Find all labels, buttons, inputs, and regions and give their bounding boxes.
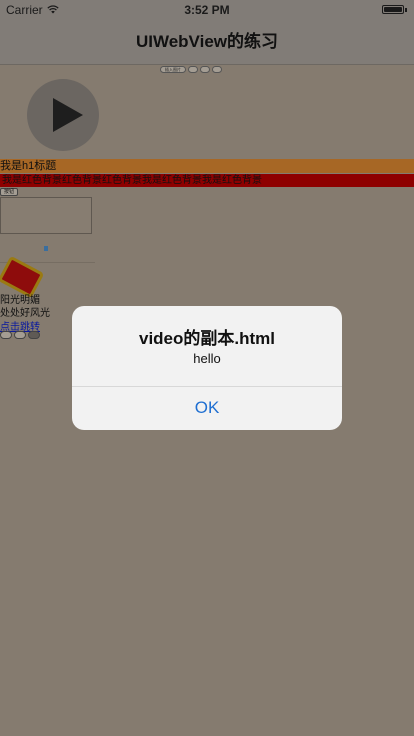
top-button-3[interactable] (200, 66, 210, 73)
nav-title: UIWebView的练习 (135, 32, 278, 51)
status-bar: Carrier 3:52 PM (0, 0, 414, 20)
video-play-button[interactable] (27, 79, 99, 151)
battery-icon (382, 5, 407, 14)
alert-title: video的副本.html (138, 329, 275, 348)
bottom-button-2[interactable] (14, 331, 26, 339)
bottom-button-row (0, 331, 40, 339)
insert-image-button[interactable]: 插入图片 (160, 66, 186, 73)
navigation-bar: UIWebView的练习 (0, 20, 414, 65)
top-button-2[interactable] (188, 66, 198, 73)
status-time: 3:52 PM (184, 3, 230, 17)
top-button-4[interactable] (212, 66, 222, 73)
bottom-button-1[interactable] (0, 331, 12, 339)
red-text-band: 我是红色背景红色背景红色背景我是红色背景我是红色背景 (0, 174, 414, 187)
top-button-row: 插入图片 (160, 66, 222, 73)
blue-dot-icon (44, 246, 48, 251)
alert-dialog: video的副本.html hello OK (72, 306, 342, 430)
small-button[interactable]: 按钮 (0, 188, 18, 196)
alert-ok-button[interactable]: OK (72, 386, 342, 430)
bottom-button-3[interactable] (28, 331, 40, 339)
caption-scenery: 处处好风光 (0, 308, 50, 319)
battery-nub (405, 8, 407, 12)
play-icon (53, 98, 83, 132)
alert-message: hello (193, 351, 221, 366)
text-area[interactable] (0, 197, 92, 234)
h1-heading: 我是h1标题 (0, 159, 414, 173)
battery-fill (384, 7, 402, 12)
